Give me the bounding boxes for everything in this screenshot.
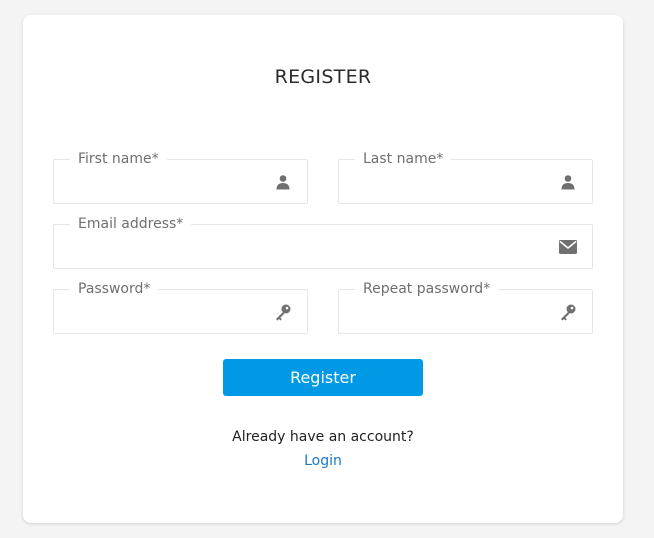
login-link-row: Login (23, 453, 623, 469)
key-icon (558, 302, 578, 322)
user-icon (273, 172, 293, 192)
first-name-label: First name* (70, 149, 167, 169)
repeat-password-input[interactable] (353, 300, 546, 324)
password-label: Password* (70, 279, 159, 299)
password-field[interactable]: Password* (53, 279, 308, 334)
last-name-label: Last name* (355, 149, 452, 169)
repeat-password-label: Repeat password* (355, 279, 499, 299)
first-name-input[interactable] (68, 170, 261, 194)
register-button[interactable]: Register (223, 359, 423, 396)
already-have-account-text: Already have an account? (232, 429, 414, 445)
page-title: REGISTER (274, 66, 372, 88)
repeat-password-field[interactable]: Repeat password* (338, 279, 593, 334)
password-input[interactable] (68, 300, 261, 324)
login-link[interactable]: Login (304, 453, 342, 469)
last-name-field[interactable]: Last name* (338, 149, 593, 204)
envelope-icon (558, 237, 578, 257)
first-name-field[interactable]: First name* (53, 149, 308, 204)
last-name-input[interactable] (353, 170, 546, 194)
email-input[interactable] (68, 235, 546, 259)
user-icon (558, 172, 578, 192)
email-field[interactable]: Email address* (53, 214, 593, 269)
key-icon (273, 302, 293, 322)
register-card: REGISTER First name* Last name* Email ad… (23, 15, 623, 523)
email-label: Email address* (70, 214, 192, 234)
